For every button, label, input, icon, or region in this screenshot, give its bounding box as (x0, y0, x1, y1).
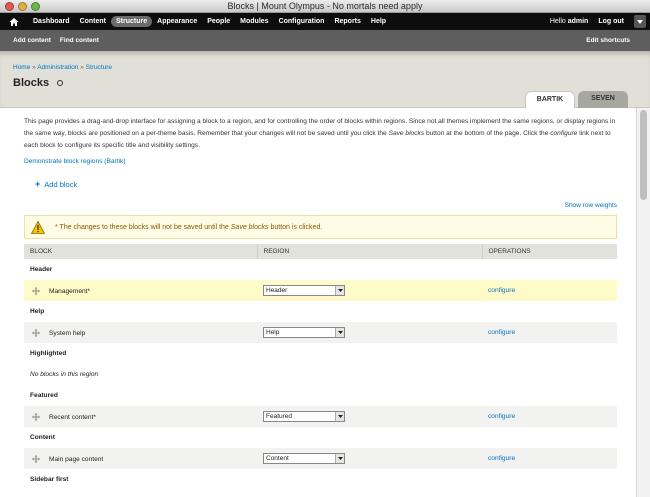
menu-item-reports[interactable]: Reports (329, 16, 365, 27)
drag-handle-icon[interactable] (32, 328, 40, 337)
breadcrumb-home[interactable]: Home (13, 64, 30, 71)
region-row: Header (24, 259, 617, 280)
configure-link[interactable]: configure (488, 413, 515, 420)
block-name: Main page content (49, 455, 104, 463)
region-name: Featured (24, 385, 617, 406)
shortcut-find-content[interactable]: Find content (60, 37, 99, 44)
configure-link[interactable]: configure (488, 329, 515, 336)
demonstrate-regions-link[interactable]: Demonstrate block regions (Bartik) (24, 158, 626, 165)
page-description: This page provides a drag-and-drop inter… (24, 118, 616, 149)
region-row: Highlighted (24, 343, 617, 364)
home-icon[interactable] (8, 16, 20, 28)
edit-shortcuts-link[interactable]: Edit shortcuts (586, 37, 630, 44)
theme-tabs: BARTIK SEVEN (525, 91, 628, 108)
col-region: REGION (256, 244, 482, 259)
tab-seven[interactable]: SEVEN (578, 91, 628, 108)
plus-icon: + (35, 179, 41, 189)
region-row: Help (24, 301, 617, 322)
region-name: Sidebar first (24, 469, 617, 490)
col-block: BLOCK (24, 244, 257, 259)
table-row[interactable]: Recent content* Featured configure (24, 406, 617, 427)
region-row: Content (24, 427, 617, 448)
block-name: Recent content* (49, 413, 96, 421)
admin-toolbar: Dashboard Content Structure Appearance Peopl… (0, 13, 650, 30)
region-row: Featured (24, 385, 617, 406)
dropdown-arrow-icon (335, 454, 344, 463)
block-name: Management* (49, 287, 91, 295)
refresh-circle-icon[interactable] (57, 80, 64, 86)
table-header-row: BLOCK REGION OPERATIONS (24, 244, 617, 259)
col-operations: OPERATIONS (481, 244, 617, 259)
username-link[interactable]: admin (568, 18, 589, 25)
add-block-link[interactable]: + Add block (35, 179, 626, 189)
dropdown-arrow-icon (335, 412, 344, 421)
main-content: This page provides a drag-and-drop inter… (0, 116, 650, 490)
region-select[interactable]: Help (263, 327, 345, 338)
logout-link[interactable]: Log out (598, 18, 624, 25)
region-row: Sidebar first (24, 469, 617, 490)
warning-icon (31, 220, 45, 234)
dropdown-arrow-icon (335, 328, 344, 337)
menu-item-structure[interactable]: Structure (111, 16, 153, 27)
configure-link[interactable]: configure (488, 287, 515, 294)
menu-item-modules[interactable]: Modules (235, 16, 273, 27)
drag-handle-icon[interactable] (32, 454, 40, 463)
region-name: Content (24, 427, 617, 448)
show-row-weights-link[interactable]: Show row weights (24, 202, 617, 209)
drag-handle-icon[interactable] (32, 412, 40, 421)
menu-item-dashboard[interactable]: Dashboard (28, 16, 75, 27)
breadcrumb-administration[interactable]: Administration (37, 64, 78, 71)
empty-region-message: No blocks in this region (24, 364, 617, 385)
shortcuts-bar: Add content Find content Edit shortcuts (0, 30, 650, 51)
empty-region-row: No blocks in this region (24, 364, 617, 385)
menu-item-people[interactable]: People (202, 16, 235, 27)
window-titlebar: Blocks | Mount Olympus - No mortals need… (0, 0, 650, 13)
region-name: Highlighted (24, 343, 617, 364)
page-title: Blocks (13, 77, 64, 89)
window-title: Blocks | Mount Olympus - No mortals need… (227, 1, 423, 11)
drag-handle-icon[interactable] (32, 286, 40, 295)
unsaved-changes-warning: * The changes to these blocks will not b… (24, 215, 617, 239)
breadcrumb-structure[interactable]: Structure (86, 64, 112, 71)
shortcut-add-content[interactable]: Add content (13, 37, 51, 44)
region-select[interactable]: Header (263, 285, 345, 296)
table-row[interactable]: System help Help configure (24, 322, 617, 343)
user-greeting: Hello admin (549, 18, 589, 25)
region-select[interactable]: Featured (263, 411, 345, 422)
region-name: Header (24, 259, 617, 280)
dropdown-arrow-icon (335, 286, 344, 295)
page-header: Home » Administration » Structure Blocks… (0, 51, 650, 108)
breadcrumb: Home » Administration » Structure (13, 64, 113, 71)
menu-item-content[interactable]: Content (75, 16, 111, 27)
menu-item-configuration[interactable]: Configuration (274, 16, 330, 27)
region-select[interactable]: Content (263, 453, 345, 464)
configure-link[interactable]: configure (488, 455, 515, 462)
drawer-toggle-icon[interactable] (634, 15, 646, 28)
tab-bartik[interactable]: BARTIK (525, 91, 575, 108)
region-name: Help (24, 301, 617, 322)
blocks-table: BLOCK REGION OPERATIONS Header Management… (24, 244, 617, 490)
menu-item-appearance[interactable]: Appearance (152, 16, 202, 27)
block-name: System help (49, 329, 86, 337)
admin-menu: Dashboard Content Structure Appearance Peopl… (28, 16, 391, 27)
table-row[interactable]: Management* Header configure (24, 280, 617, 301)
menu-item-help[interactable]: Help (366, 16, 391, 27)
table-row[interactable]: Main page content Content configure (24, 448, 617, 469)
